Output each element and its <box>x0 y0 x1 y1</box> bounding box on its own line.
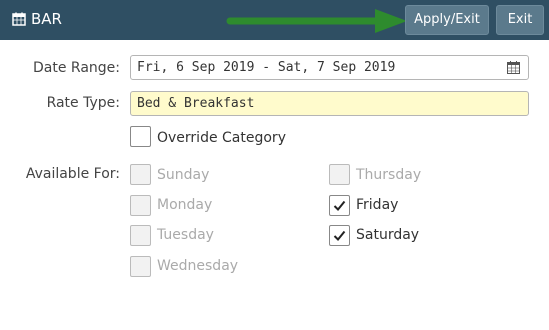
calendar-icon[interactable] <box>507 61 520 74</box>
override-category-label: Override Category <box>157 130 286 146</box>
sunday-checkbox[interactable] <box>130 164 151 185</box>
thursday-checkbox[interactable] <box>329 164 350 185</box>
date-range-label: Date Range: <box>32 60 120 76</box>
window-title: BAR <box>12 10 62 28</box>
checkmark-icon <box>333 200 346 211</box>
arrow-annotation-icon <box>226 9 407 33</box>
checkmark-icon <box>333 230 346 241</box>
sunday-label: Sunday <box>157 167 210 183</box>
calendar-icon <box>12 12 26 26</box>
wednesday-checkbox[interactable] <box>130 256 151 277</box>
date-range-value: Fri, 6 Sep 2019 - Sat, 7 Sep 2019 <box>137 60 396 75</box>
rate-type-field[interactable]: Bed & Breakfast <box>130 91 529 116</box>
override-category-checkbox[interactable] <box>130 126 151 147</box>
date-range-field[interactable]: Fri, 6 Sep 2019 - Sat, 7 Sep 2019 <box>130 55 529 80</box>
saturday-label: Saturday <box>356 227 420 243</box>
monday-checkbox[interactable] <box>130 195 151 216</box>
thursday-label: Thursday <box>356 167 422 183</box>
monday-label: Monday <box>157 197 213 213</box>
title-text: BAR <box>31 10 62 28</box>
wednesday-label: Wednesday <box>157 258 239 274</box>
exit-button[interactable]: Exit <box>496 5 544 35</box>
header-bar: BAR Apply/Exit Exit <box>0 0 549 40</box>
tuesday-label: Tuesday <box>157 227 214 243</box>
saturday-checkbox[interactable] <box>329 225 350 246</box>
tuesday-checkbox[interactable] <box>130 225 151 246</box>
rate-type-label: Rate Type: <box>46 95 120 111</box>
rate-type-value: Bed & Breakfast <box>137 96 255 111</box>
friday-checkbox[interactable] <box>329 195 350 216</box>
apply-exit-button[interactable]: Apply/Exit <box>405 5 489 35</box>
friday-label: Friday <box>356 197 399 213</box>
available-for-label: Available For: <box>25 166 120 182</box>
